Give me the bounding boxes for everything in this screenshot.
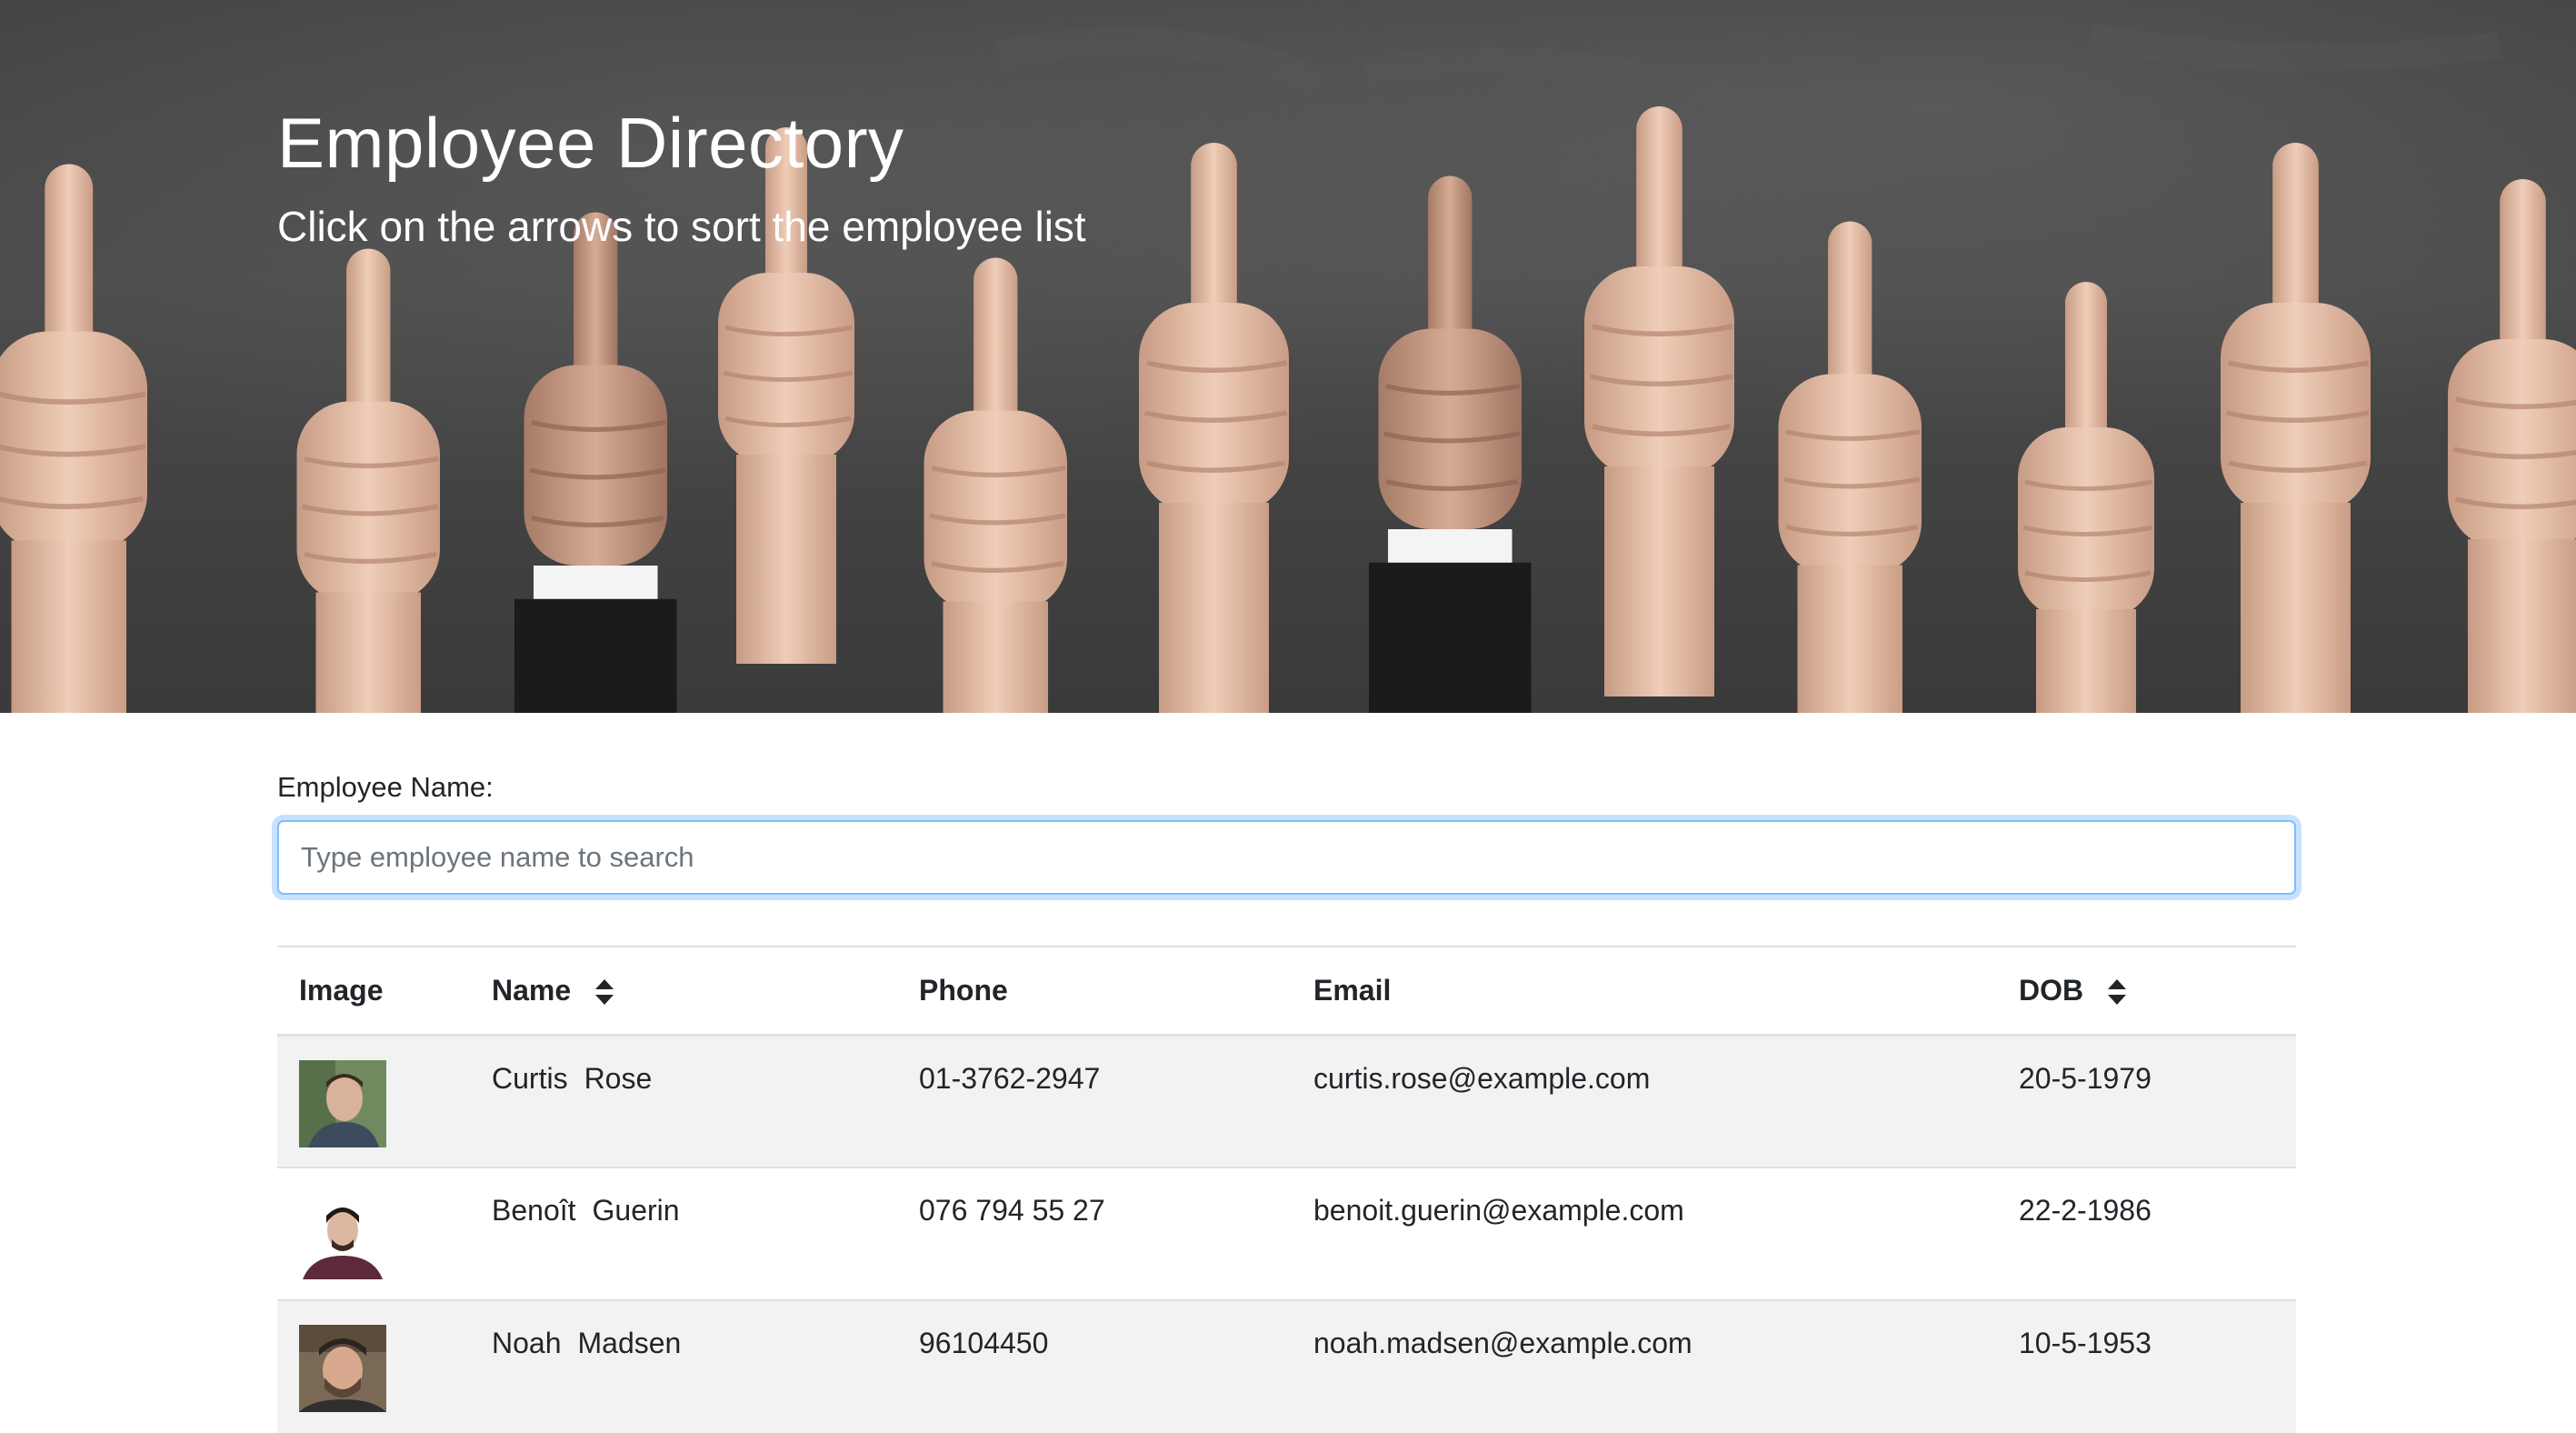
cell-name: Noah Madsen [470, 1300, 897, 1433]
cell-phone: 96104450 [919, 1327, 1049, 1359]
column-header-email: Email [1292, 947, 1997, 1035]
column-header-name: Name [470, 947, 897, 1035]
column-header-dob-label: DOB [2019, 973, 2084, 1007]
first-name: Curtis [492, 1061, 568, 1095]
column-header-image-label: Image [299, 973, 384, 1007]
employee-table: Image Name Phone Email DOB Curtis Rose 0… [277, 946, 2296, 1433]
hero-banner: Employee Directory Click on the arrows t… [0, 0, 2576, 713]
cell-dob: 20-5-1979 [1997, 1035, 2296, 1168]
sort-name-icon[interactable] [595, 979, 614, 1006]
first-name: Noah [492, 1327, 562, 1359]
cell-name: Curtis Rose [470, 1035, 897, 1168]
column-header-email-label: Email [1313, 973, 1392, 1007]
last-name: Rose [584, 1061, 653, 1095]
column-header-dob: DOB [1997, 947, 2296, 1035]
cell-dob: 10-5-1953 [2019, 1327, 2152, 1359]
table-header: Image Name Phone Email DOB [277, 947, 2296, 1035]
employee-avatar-icon [299, 1059, 386, 1147]
first-name: Benoît [492, 1194, 576, 1227]
cell-email: curtis.rose@example.com [1292, 1035, 1997, 1168]
table-row: Noah Madsen 96104450 noah.madsen@example.… [277, 1300, 2296, 1433]
table-row: Benoît Guerin 076 794 55 27 benoit.guerin… [277, 1167, 2296, 1301]
column-header-name-label: Name [492, 973, 572, 1007]
search-label: Employee Name: [277, 771, 494, 803]
table-body: Curtis Rose 01-3762-2947 curtis.rose@exam… [277, 1035, 2296, 1433]
last-name: Guerin [592, 1194, 680, 1227]
column-header-image: Image [277, 947, 470, 1035]
page-title: Employee Directory [277, 103, 904, 183]
employee-avatar-icon [299, 1325, 386, 1412]
table-header-row: Image Name Phone Email DOB [277, 947, 2296, 1035]
table-row: Curtis Rose 01-3762-2947 curtis.rose@exam… [277, 1035, 2296, 1168]
employee-search-input[interactable] [277, 820, 2296, 895]
employee-avatar-icon [299, 1192, 386, 1279]
page-subtitle: Click on the arrows to sort the employee… [277, 203, 1086, 250]
cell-image [277, 1035, 470, 1168]
cell-phone: 01-3762-2947 [897, 1035, 1292, 1168]
column-header-phone-label: Phone [919, 973, 1008, 1007]
last-name: Madsen [577, 1327, 682, 1359]
cell-name: Benoît Guerin [470, 1167, 897, 1301]
column-header-phone: Phone [897, 947, 1292, 1035]
sort-dob-icon[interactable] [2108, 979, 2126, 1006]
employee-table-section: Image Name Phone Email DOB Curtis Rose 0… [277, 946, 2296, 1433]
search-form: Employee Name: [277, 771, 2296, 895]
cell-image [277, 1167, 470, 1301]
cell-phone: 076 794 55 27 [897, 1167, 1292, 1301]
cell-image [277, 1300, 470, 1433]
cell-email: noah.madsen@example.com [1313, 1327, 1692, 1359]
cell-dob: 22-2-1986 [1997, 1167, 2296, 1301]
cell-email: benoit.guerin@example.com [1292, 1167, 1997, 1301]
